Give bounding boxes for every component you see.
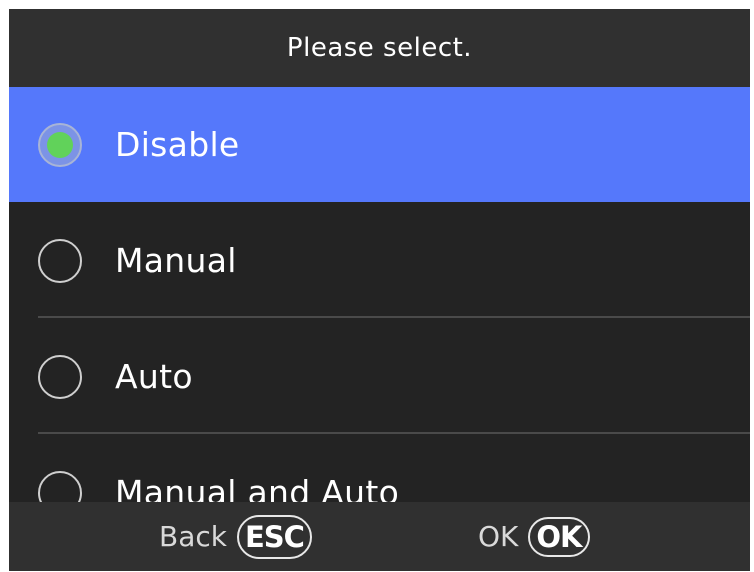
- select-dialog: Please select. Disable Manual Auto Manua…: [9, 9, 750, 571]
- radio-selected-icon: [38, 123, 82, 167]
- radio-unselected-icon: [38, 239, 82, 283]
- option-disable[interactable]: Disable: [9, 87, 750, 202]
- ok-label: OK: [478, 520, 519, 553]
- option-divider: [38, 200, 750, 202]
- option-auto[interactable]: Auto: [9, 319, 750, 434]
- dialog-header: Please select.: [9, 9, 750, 87]
- option-label: Disable: [115, 125, 240, 164]
- radio-unselected-icon: [38, 471, 82, 502]
- option-divider: [38, 316, 750, 318]
- footer-bar: Back ESC OK OK: [9, 502, 750, 571]
- option-manual[interactable]: Manual: [9, 203, 750, 318]
- back-button[interactable]: Back ESC: [159, 502, 312, 571]
- option-label: Manual: [115, 241, 237, 280]
- ok-button[interactable]: OK OK: [478, 502, 590, 571]
- ok-key-icon: OK: [528, 516, 590, 557]
- dialog-title: Please select.: [286, 33, 473, 63]
- options-list: Disable Manual Auto Manual and Auto: [9, 87, 750, 502]
- radio-dot-icon: [47, 132, 73, 158]
- option-label: Auto: [115, 357, 193, 396]
- option-divider: [38, 432, 750, 434]
- back-label: Back: [159, 520, 227, 553]
- radio-unselected-icon: [38, 355, 82, 399]
- option-label: Manual and Auto: [115, 473, 400, 502]
- option-manual-and-auto[interactable]: Manual and Auto: [9, 435, 750, 502]
- esc-key-icon: ESC: [236, 514, 312, 559]
